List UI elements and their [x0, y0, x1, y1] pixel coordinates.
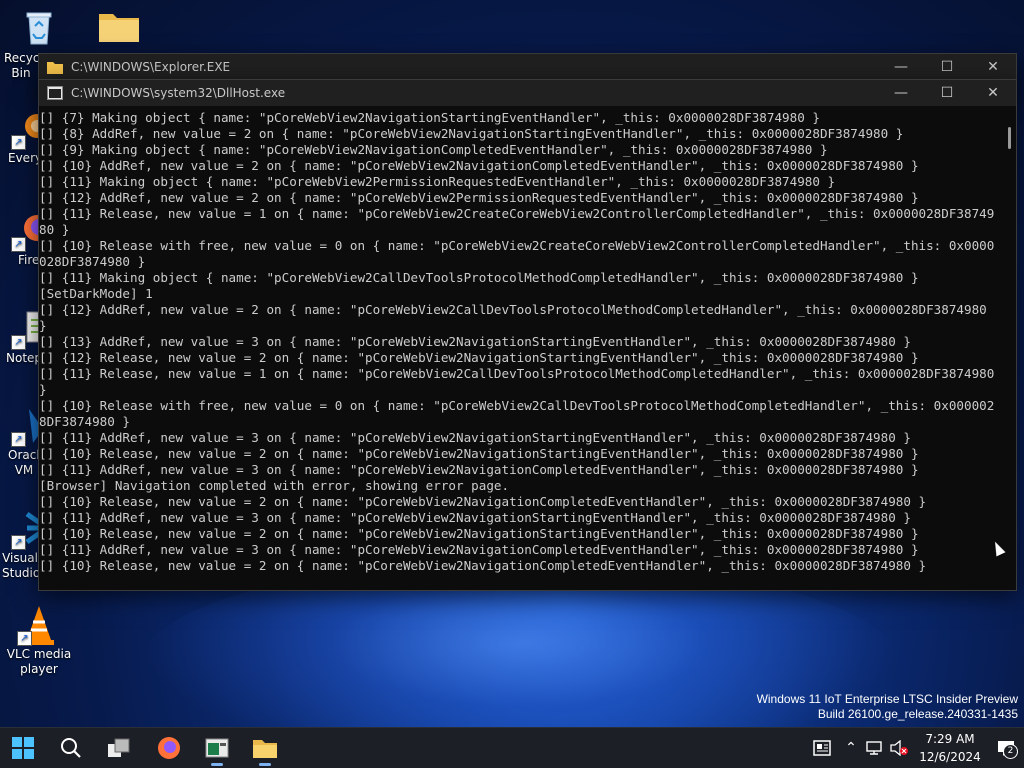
console-line: [] {11} Making object { name: "pCoreWebV…: [39, 270, 919, 285]
shortcut-arrow-icon: ↗: [11, 335, 26, 350]
scrollbar-thumb[interactable]: [1008, 127, 1011, 149]
folder-icon: [97, 8, 139, 48]
close-button[interactable]: ✕: [970, 54, 1016, 80]
explorer-titlebar[interactable]: C:\WINDOWS\Explorer.EXE — ☐ ✕: [39, 54, 1016, 80]
console-icon: [47, 86, 63, 100]
notepadpp-label: Notepad++: [6, 351, 42, 365]
vlc-desktop-icon[interactable]: ↗ VLC media player: [4, 604, 74, 677]
console-line: [] {11} Making object { name: "pCoreWebV…: [39, 174, 836, 189]
system-tray: ⌃ 7:29 AM 12/6/2024 2: [804, 728, 1024, 768]
console-line: [] {10} Release, new value = 2 on { name…: [39, 526, 919, 541]
taskbar: ⌃ 7:29 AM 12/6/2024 2: [0, 727, 1024, 768]
vlc-cone-icon: ↗: [17, 604, 59, 646]
dllhost-console-window[interactable]: C:\WINDOWS\system32\DllHost.exe — ☐ ✕ []…: [38, 79, 1017, 591]
show-hidden-icons-button[interactable]: ⌃: [840, 740, 862, 756]
console-line: [] {11} AddRef, new value = 3 on { name:…: [39, 510, 911, 525]
recycle-bin-icon: [19, 8, 59, 48]
shortcut-arrow-icon: ↗: [11, 535, 26, 550]
console-line: [] {10} Release, new value = 2 on { name…: [39, 446, 919, 461]
notifications-button[interactable]: 2: [988, 739, 1024, 759]
minimize-button[interactable]: —: [878, 80, 924, 106]
console-line: [] {10} AddRef, new value = 2 on { name:…: [39, 158, 919, 173]
taskbar-file-explorer[interactable]: [245, 728, 285, 768]
console-line: [] {10} Release, new value = 2 on { name…: [39, 494, 927, 509]
maximize-button[interactable]: ☐: [924, 54, 970, 80]
console-line: [] {11} AddRef, new value = 3 on { name:…: [39, 462, 919, 477]
watermark-build: Build 26100.ge_release.240331-1435: [817, 707, 1018, 721]
console-line: [] {8} AddRef, new value = 2 on { name: …: [39, 126, 904, 141]
console-line: [] {10} Release with free, new value = 0…: [39, 238, 995, 269]
virtualbox-label: Oracle VM VirtualBox: [8, 448, 40, 477]
console-line: [Browser] Navigation completed with erro…: [39, 478, 510, 493]
windows-watermark: Windows 11 IoT Enterprise LTSC Insider P…: [757, 692, 1018, 722]
console-line: [] {10} Release, new value = 2 on { name…: [39, 558, 927, 573]
news-widget-button[interactable]: [804, 740, 840, 756]
console-line: [] {11} AddRef, new value = 3 on { name:…: [39, 542, 919, 557]
folder-icon: [47, 60, 63, 74]
volume-button[interactable]: [886, 740, 912, 756]
console-line: [] {11} AddRef, new value = 3 on { name:…: [39, 430, 911, 445]
folder-desktop-icon[interactable]: [82, 8, 152, 51]
shortcut-arrow-icon: ↗: [17, 631, 32, 646]
search-icon: [61, 738, 81, 758]
recycle-bin-label: Recycle Bin: [4, 51, 38, 80]
network-icon: [866, 741, 882, 755]
console-icon: [205, 738, 229, 758]
taskbar-console[interactable]: [197, 728, 237, 768]
volume-muted-icon: [890, 740, 908, 756]
vertical-scrollbar[interactable]: [1000, 107, 1016, 590]
close-button[interactable]: ✕: [970, 80, 1016, 106]
dllhost-titlebar[interactable]: C:\WINDOWS\system32\DllHost.exe — ☐ ✕: [39, 80, 1016, 106]
firefox-icon: [158, 737, 180, 759]
shortcut-arrow-icon: ↗: [11, 432, 26, 447]
windows-logo-icon: [12, 737, 34, 759]
console-line: [] {11} Release, new value = 1 on { name…: [39, 366, 995, 397]
console-line: [] {13} AddRef, new value = 3 on { name:…: [39, 334, 911, 349]
explorer-title: C:\WINDOWS\Explorer.EXE: [71, 60, 231, 74]
console-line: [] {9} Making object { name: "pCoreWebVi…: [39, 142, 828, 157]
notification-count: 2: [1003, 744, 1018, 759]
console-line: [] {12} AddRef, new value = 2 on { name:…: [39, 302, 995, 333]
folder-icon: [253, 740, 277, 758]
vscode-label: Visual Studio Code: [2, 551, 38, 580]
search-button[interactable]: [51, 728, 91, 768]
console-line: [] {10} Release with free, new value = 0…: [39, 398, 995, 429]
maximize-button[interactable]: ☐: [924, 80, 970, 106]
console-line: [] {12} Release, new value = 2 on { name…: [39, 350, 919, 365]
clock-time: 7:29 AM: [925, 732, 975, 746]
console-line: [SetDarkMode] 1: [39, 286, 153, 301]
shortcut-arrow-icon: ↗: [11, 237, 26, 252]
clock-button[interactable]: 7:29 AM 12/6/2024: [912, 730, 988, 766]
start-button[interactable]: [3, 728, 43, 768]
task-view-button[interactable]: [99, 728, 139, 768]
console-line: [] {12} AddRef, new value = 2 on { name:…: [39, 190, 919, 205]
clock-date: 12/6/2024: [919, 750, 981, 764]
shortcut-arrow-icon: ↗: [11, 135, 26, 150]
taskbar-firefox[interactable]: [149, 728, 189, 768]
console-line: [] {7} Making object { name: "pCoreWebVi…: [39, 110, 820, 125]
vlc-label: VLC media player: [6, 647, 72, 676]
chevron-up-icon: ⌃: [845, 740, 857, 756]
dllhost-title: C:\WINDOWS\system32\DllHost.exe: [71, 86, 286, 100]
console-output[interactable]: [] {7} Making object { name: "pCoreWebVi…: [39, 107, 1000, 590]
news-icon: [813, 740, 831, 756]
minimize-button[interactable]: —: [878, 54, 924, 80]
network-button[interactable]: [862, 740, 886, 756]
task-view-icon: [108, 738, 130, 757]
console-line: [] {11} Release, new value = 1 on { name…: [39, 206, 995, 237]
watermark-edition: Windows 11 IoT Enterprise LTSC Insider P…: [756, 692, 1018, 706]
